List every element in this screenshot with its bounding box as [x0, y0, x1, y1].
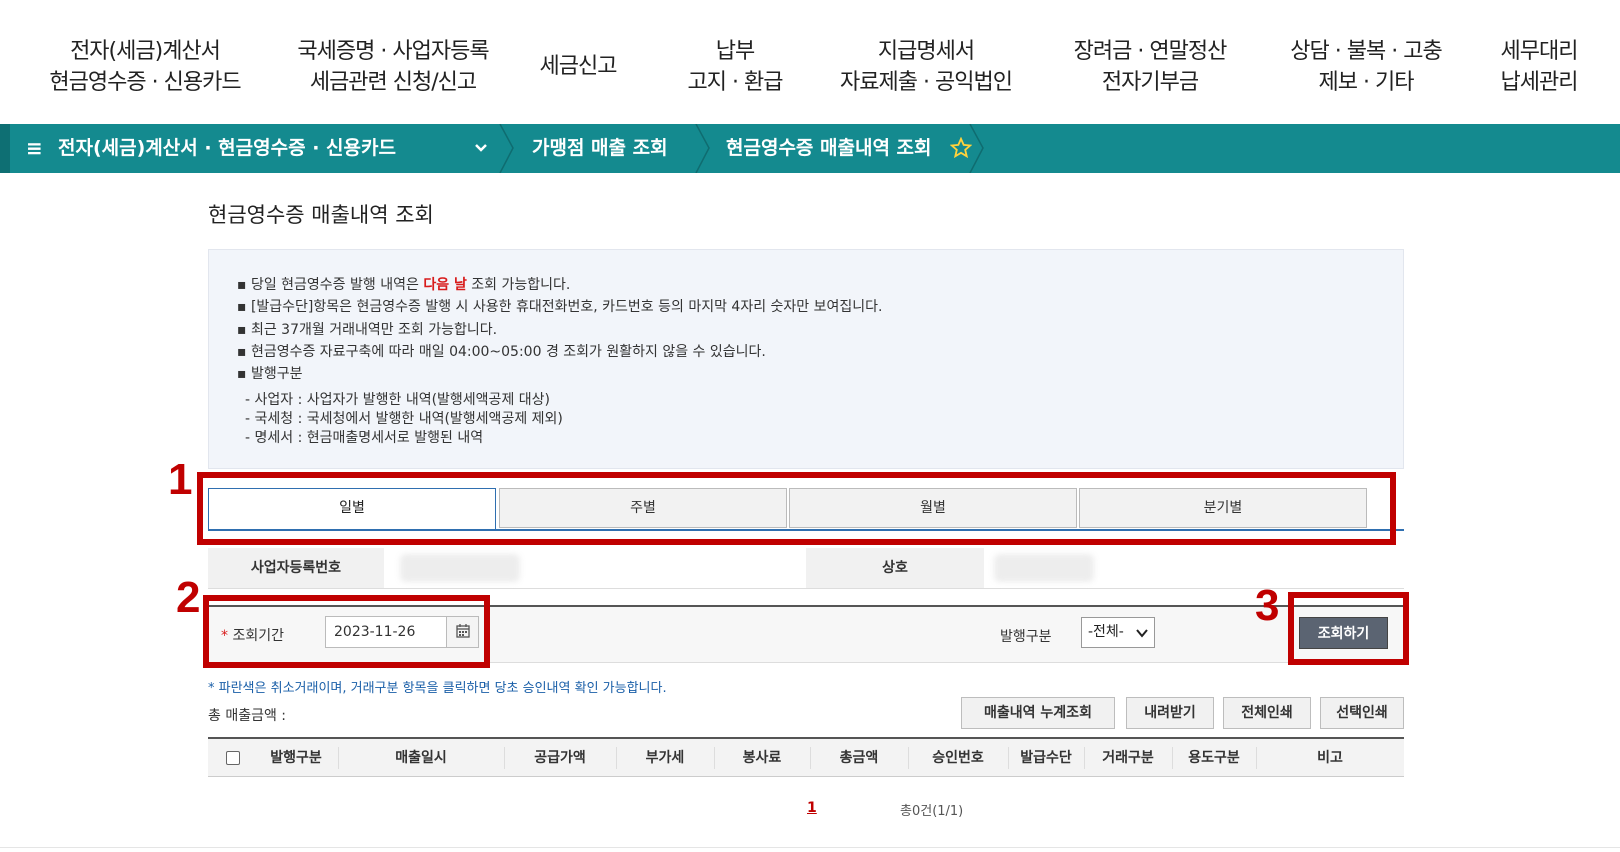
th-service-fee: 봉사료: [742, 750, 782, 766]
th-transaction-type: 거래구분: [1102, 750, 1154, 766]
th-supply-amount: 공급가액: [534, 750, 586, 766]
th-total-amount: 총금액: [839, 750, 879, 766]
notice-text: [발급수단]항목은 현금영수증 발행 시 사용한 휴대전화번호, 카드번호 등의…: [250, 299, 883, 315]
topnav-label: 국세증명 · 사업자등록: [297, 39, 489, 64]
chevron-down-icon[interactable]: [474, 142, 488, 154]
breadcrumb-separator-icon: [695, 124, 710, 173]
total-sales-label: 총 매출금액 :: [208, 708, 287, 724]
bar-accent: [0, 124, 10, 173]
notice-line: ▪ 최근 37개월 거래내역만 조회 가능합니다.: [237, 322, 498, 338]
th-approval-number: 승인번호: [932, 750, 984, 766]
annotation-box-1: [197, 472, 1396, 545]
select-all-checkbox[interactable]: [226, 751, 240, 765]
topnav-item-incentive[interactable]: 장려금 · 연말정산 전자기부금: [1060, 36, 1240, 98]
download-button[interactable]: 내려받기: [1126, 697, 1214, 729]
topnav-label: 현금영수증 · 신용카드: [49, 70, 241, 95]
annotation-number-1: 1: [168, 455, 193, 504]
notice-text: 당일 현금영수증 발행 내역은: [250, 277, 424, 293]
cumulative-inquiry-button[interactable]: 매출내역 누계조회: [961, 697, 1115, 729]
notice-line: ▪ 당일 현금영수증 발행 내역은 다음 날 조회 가능합니다.: [237, 277, 571, 293]
business-info-row: 사업자등록번호 상호: [208, 548, 1404, 589]
annotation-number-3: 3: [1255, 581, 1280, 630]
topnav-label: 세금신고: [539, 54, 618, 79]
topnav-label: 지급명세서: [877, 39, 975, 64]
notice-sub-line: - 국세청 : 국세청에서 발행한 내역(발행세액공제 제외): [245, 411, 563, 427]
th-remarks: 비고: [1317, 750, 1343, 766]
bizno-label: 사업자등록번호: [208, 548, 384, 588]
breadcrumb-separator-icon: [499, 124, 514, 173]
notice-line: ▪ 현금영수증 자료구축에 따라 매일 04:00~05:00 경 조회가 원활…: [237, 344, 766, 360]
business-name-label: 상호: [806, 548, 984, 588]
result-count: 총0건(1/1): [900, 804, 964, 819]
breadcrumb-level1[interactable]: 전자(세금)계산서 · 현금영수증 · 신용카드: [58, 124, 396, 173]
topnav-item-payment-statement[interactable]: 지급명세서 자료제출 · 공익법인: [826, 36, 1026, 98]
notice-sub-line: - 명세서 : 현금매출명세서로 발행된 내역: [245, 430, 484, 446]
topnav-item-consultation[interactable]: 상담 · 불복 · 고충 제보 · 기타: [1276, 36, 1456, 98]
notice-line: ▪ 발행구분: [237, 366, 303, 382]
print-all-button[interactable]: 전체인쇄: [1223, 697, 1311, 729]
th-issue-means: 발급수단: [1020, 750, 1072, 766]
topnav-label: 전자기부금: [1101, 70, 1199, 95]
breadcrumb-bar: ≡ 전자(세금)계산서 · 현금영수증 · 신용카드 가맹점 매출 조회 현금영…: [0, 124, 1620, 173]
topnav-label: 고지 · 환급: [687, 70, 784, 95]
issue-type-select[interactable]: -전체-: [1081, 617, 1155, 648]
topnav-item-tax-agent[interactable]: 세무대리 납세관리: [1484, 36, 1594, 98]
notice-box: ▪ 당일 현금영수증 발행 내역은 다음 날 조회 가능합니다. ▪ [발급수단…: [208, 249, 1404, 469]
breadcrumb-level2[interactable]: 가맹점 매출 조회: [532, 124, 668, 173]
topnav-label: 전자(세금)계산서: [70, 39, 221, 64]
hamburger-icon[interactable]: ≡: [26, 124, 43, 173]
topnav-label: 자료제출 · 공익법인: [840, 70, 1013, 95]
topnav-label: 세무대리: [1500, 39, 1579, 64]
notice-text: 최근 37개월 거래내역만 조회 가능합니다.: [250, 322, 498, 338]
breadcrumb-separator-icon: [969, 124, 984, 173]
annotation-number-2: 2: [176, 573, 201, 622]
footer-divider: [0, 847, 1620, 848]
topnav-item-payment[interactable]: 납부 고지 · 환급: [670, 36, 800, 98]
page-link-current[interactable]: 1: [807, 800, 817, 816]
topnav-label: 납세관리: [1500, 70, 1579, 95]
notice-text: 발행구분: [250, 366, 303, 382]
topnav-item-certificate[interactable]: 국세증명 · 사업자등록 세금관련 신청/신고: [284, 36, 502, 98]
print-selected-button[interactable]: 선택인쇄: [1320, 697, 1404, 729]
business-name-value-redacted: [994, 554, 1094, 582]
topnav-label: 장려금 · 연말정산: [1073, 39, 1228, 64]
table-header: 발행구분 매출일시 공급가액 부가세 봉사료 총금액 승인번호 발급수단 거래구…: [208, 737, 1404, 777]
th-vat: 부가세: [645, 750, 685, 766]
th-issue-type: 발행구분: [270, 750, 322, 766]
topnav-label: 세금관련 신청/신고: [309, 70, 477, 95]
issue-type-value: -전체-: [1088, 624, 1124, 640]
annotation-box-3: [1288, 592, 1409, 665]
th-usage-type: 용도구분: [1188, 750, 1240, 766]
notice-highlight: 다음 날: [423, 277, 467, 293]
page-title: 현금영수증 매출내역 조회: [208, 203, 434, 227]
annotation-box-2: [203, 595, 490, 668]
cancel-note: * 파란색은 취소거래이며, 거래구분 항목을 클릭하면 당초 승인내역 확인 …: [208, 681, 667, 696]
notice-line: ▪ [발급수단]항목은 현금영수증 발행 시 사용한 휴대전화번호, 카드번호 …: [237, 299, 883, 315]
issue-type-label: 발행구분: [1000, 629, 1052, 645]
notice-text: 현금영수증 자료구축에 따라 매일 04:00~05:00 경 조회가 원활하지…: [250, 344, 766, 360]
topnav-item-einvoice[interactable]: 전자(세금)계산서 현금영수증 · 신용카드: [36, 36, 254, 98]
bizno-value-redacted: [400, 554, 520, 582]
th-sale-datetime: 매출일시: [395, 750, 447, 766]
breadcrumb-level3: 현금영수증 매출내역 조회: [726, 137, 932, 159]
topnav-label: 제보 · 기타: [1318, 70, 1415, 95]
topnav-item-tax-filing[interactable]: 세금신고: [528, 51, 628, 82]
chevron-down-icon: [1136, 629, 1148, 638]
notice-text: 조회 가능합니다.: [466, 277, 571, 293]
topnav-label: 상담 · 불복 · 고충: [1290, 39, 1442, 64]
notice-sub-line: - 사업자 : 사업자가 발행한 내역(발행세액공제 대상): [245, 392, 550, 408]
topnav-label: 납부: [715, 39, 755, 64]
